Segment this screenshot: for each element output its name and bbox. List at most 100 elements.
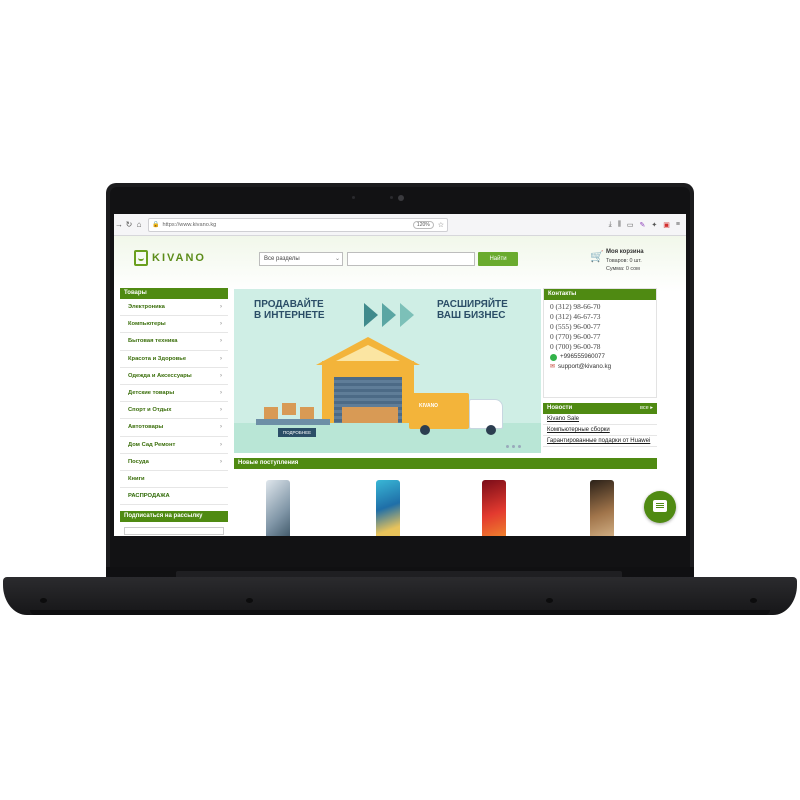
- sidebar-item[interactable]: Электроника ›: [120, 299, 228, 317]
- sidebar-title: Товары: [120, 288, 228, 299]
- phone-number[interactable]: 0 (312) 98-66-70: [544, 302, 656, 312]
- product-image[interactable]: [590, 480, 614, 536]
- sidebar-item[interactable]: РАСПРОДАЖА: [120, 488, 228, 506]
- promo-banner[interactable]: ПРОДАВАЙТЕ В ИНТЕРНЕТЕ РАСШИРЯЙТЕ ВАШ БИ…: [234, 289, 541, 453]
- new-arrivals-title: Новые поступления: [234, 458, 657, 469]
- home-icon[interactable]: ⌂: [134, 220, 144, 229]
- phone-number[interactable]: 0 (770) 96-00-77: [544, 332, 656, 342]
- search-button[interactable]: Найти: [478, 252, 518, 266]
- address-bar[interactable]: 🔒 https://www.kivano.kg 120% ☆: [148, 217, 448, 232]
- wheel-icon: [486, 425, 496, 435]
- chevron-right-icon: ›: [220, 338, 222, 345]
- subscribe-title: Подписаться на рассылку: [120, 511, 228, 523]
- chevron-right-icon: ›: [220, 355, 222, 362]
- sidebar-item[interactable]: Компьютеры ›: [120, 316, 228, 334]
- carousel-dots[interactable]: [506, 445, 521, 448]
- sidebar-item[interactable]: Дом Сад Ремонт ›: [120, 437, 228, 454]
- base-lip: [30, 610, 770, 615]
- sidebar-item-label: Автотовары: [128, 424, 164, 431]
- sidebar-item[interactable]: Автотовары ›: [120, 419, 228, 437]
- cart-sum: Сумма: 0 сом: [606, 266, 640, 272]
- lock-icon: 🔒: [152, 222, 160, 228]
- truck-illustration: KIVANO: [409, 393, 469, 429]
- product-photo: → ↻ ⌂ 🔒 https://www.kivano.kg 120% ☆ ⤓ ⫼…: [0, 0, 800, 800]
- menu-icon[interactable]: ≡: [676, 221, 680, 228]
- sidebar-item-label: Книги: [128, 475, 145, 482]
- banner-right-text: РАСШИРЯЙТЕ ВАШ БИЗНЕС: [437, 299, 508, 321]
- chat-icon: [653, 500, 667, 512]
- whatsapp-number: +996555960077: [560, 353, 605, 360]
- product-image[interactable]: [376, 480, 400, 536]
- subscribe-input[interactable]: [124, 527, 224, 536]
- cart-title: Моя корзина: [606, 249, 644, 255]
- phone-number[interactable]: 0 (700) 96-00-78: [544, 342, 656, 352]
- chat-button[interactable]: [644, 491, 676, 523]
- banner-more-label[interactable]: ПОДРОБНЕЕ: [278, 428, 316, 437]
- phone-number[interactable]: 0 (555) 96-00-77: [544, 322, 656, 332]
- sidebar-item[interactable]: Книги: [120, 471, 228, 489]
- chevron-right-icon: [382, 303, 396, 327]
- library-icon[interactable]: ⫼: [618, 221, 621, 229]
- news-header: Новости все ▸: [543, 403, 657, 414]
- news-all-link[interactable]: все ▸: [640, 405, 653, 412]
- web-page: KIVANO Все разделы ⌄ Найти 🛒 Моя корзина…: [114, 236, 686, 536]
- zoom-indicator[interactable]: 120%: [412, 220, 434, 229]
- category-list: Электроника › Компьютеры › Бытовая техника › К…: [120, 299, 228, 506]
- chevron-right-icon: [364, 303, 378, 327]
- sidebar-item[interactable]: Красота и Здоровье ›: [120, 351, 228, 368]
- box-illustration: [264, 407, 278, 419]
- news-item[interactable]: Компьютерные сборки: [543, 425, 657, 436]
- chevron-right-icon: ›: [220, 390, 222, 397]
- foot: [246, 598, 253, 603]
- browser-toolbar: → ↻ ⌂ 🔒 https://www.kivano.kg 120% ☆ ⤓ ⫼…: [114, 214, 686, 236]
- sidebar-item-label: Дом Сад Ремонт: [128, 441, 176, 448]
- logo-text: KIVANO: [152, 252, 206, 264]
- search-input[interactable]: [347, 252, 475, 266]
- sidebar-item[interactable]: Спорт и Отдых ›: [120, 402, 228, 420]
- forward-icon[interactable]: →: [114, 220, 124, 229]
- chevron-right-icon: ›: [220, 407, 222, 414]
- truck-label: KIVANO: [419, 403, 439, 409]
- sidebar-item[interactable]: Детские товары ›: [120, 385, 228, 403]
- reload-icon[interactable]: ↻: [124, 220, 134, 229]
- url-text: https://www.kivano.kg: [162, 221, 217, 228]
- news-item[interactable]: Kivano Sale: [543, 414, 657, 425]
- download-icon[interactable]: ⤓: [609, 221, 612, 229]
- contacts-panel: Контакты 0 (312) 98-66-70 0 (312) 46-67-7…: [543, 288, 657, 398]
- category-select-value: Все разделы: [264, 256, 300, 262]
- cart-items: Товаров: 0 шт.: [606, 258, 642, 264]
- webcam-icon: [398, 195, 404, 201]
- news-item[interactable]: Гарантированные подарки от Huawei: [543, 436, 657, 447]
- whatsapp-row[interactable]: +996555960077: [544, 352, 656, 362]
- chevron-right-icon: ›: [220, 441, 222, 448]
- sidebar-item[interactable]: Одежда и Аксессуары ›: [120, 368, 228, 385]
- extension-icon[interactable]: ✦: [651, 221, 657, 229]
- site-logo[interactable]: KIVANO: [134, 250, 206, 266]
- category-select[interactable]: Все разделы ⌄: [259, 252, 343, 266]
- phone-number[interactable]: 0 (312) 46-67-73: [544, 312, 656, 322]
- whatsapp-icon: [550, 353, 557, 361]
- box-illustration: [300, 407, 314, 419]
- email-row[interactable]: ✉ support@kivano.kg: [544, 362, 656, 372]
- product-image[interactable]: [266, 480, 290, 536]
- sidebar-item-label: Детские товары: [128, 390, 175, 397]
- extension-icon[interactable]: ▣: [663, 221, 670, 229]
- shopping-bag-icon: [134, 250, 148, 266]
- sidebar-item-label: Посуда: [128, 458, 149, 465]
- news-panel: Новости все ▸ Kivano Sale Компьютерные сб…: [543, 403, 657, 461]
- sidebar-item-label: Спорт и Отдых: [128, 407, 172, 414]
- chevron-right-icon: [400, 303, 414, 327]
- chevron-right-icon: ›: [220, 424, 222, 431]
- boxes-illustration: [342, 407, 398, 423]
- sidebar-icon[interactable]: ▭: [627, 221, 634, 229]
- bookmark-star-icon[interactable]: ☆: [438, 221, 444, 229]
- extension-icon[interactable]: ✎: [640, 221, 646, 229]
- chevron-right-icon: ›: [220, 458, 222, 465]
- cart-icon: 🛒: [590, 251, 604, 263]
- product-image[interactable]: [482, 480, 506, 536]
- wheel-icon: [420, 425, 430, 435]
- sidebar-item[interactable]: Посуда ›: [120, 454, 228, 471]
- sidebar-item-label: РАСПРОДАЖА: [128, 493, 170, 500]
- sidebar-item[interactable]: Бытовая техника ›: [120, 333, 228, 351]
- sidebar-item-label: Электроника: [128, 304, 165, 311]
